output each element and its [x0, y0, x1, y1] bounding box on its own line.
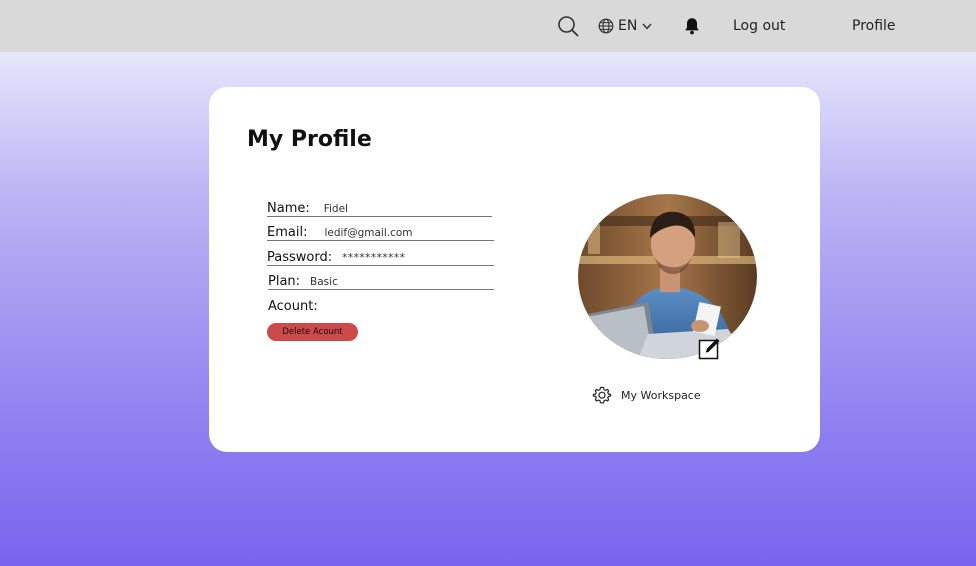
name-field[interactable]: Name: Fidel [267, 197, 492, 217]
edit-photo-button[interactable] [698, 336, 722, 360]
plan-label: Plan: [268, 274, 301, 289]
password-value: *********** [342, 252, 406, 264]
language-selector[interactable]: EN [598, 0, 653, 52]
logout-link[interactable]: Log out [733, 0, 785, 52]
my-workspace-link[interactable]: My Workspace [591, 386, 701, 404]
plan-field[interactable]: Plan: Basic [268, 270, 494, 290]
search-button[interactable] [557, 0, 579, 52]
plan-value: Basic [310, 276, 338, 288]
account-label: Acount: [268, 299, 318, 314]
profile-card: My Profile Name: Fidel Email: ledif@gmai… [209, 87, 820, 452]
profile-photo [578, 194, 757, 359]
email-value: ledif@gmail.com [324, 227, 413, 239]
workspace-label: My Workspace [621, 388, 701, 402]
email-field[interactable]: Email: ledif@gmail.com [267, 221, 494, 241]
language-label: EN [618, 18, 638, 34]
account-row: Acount: [268, 294, 318, 314]
notifications-button[interactable] [682, 0, 702, 52]
chevron-down-icon [642, 23, 652, 30]
profile-link[interactable]: Profile [852, 0, 896, 52]
search-icon [558, 16, 579, 37]
edit-icon [698, 338, 720, 360]
bell-icon [685, 18, 699, 35]
password-field[interactable]: Password: *********** [267, 246, 494, 266]
delete-account-button[interactable]: Delete Acount [267, 323, 358, 341]
top-navigation-bar: EN Log out Profile [0, 0, 976, 52]
name-label: Name: [267, 201, 310, 216]
name-value: Fidel [323, 203, 348, 215]
globe-icon [598, 18, 614, 34]
email-label: Email: [267, 225, 308, 240]
page-title: My Profile [247, 127, 372, 152]
gear-icon [592, 386, 612, 404]
password-label: Password: [267, 250, 333, 265]
avatar[interactable] [578, 194, 757, 359]
